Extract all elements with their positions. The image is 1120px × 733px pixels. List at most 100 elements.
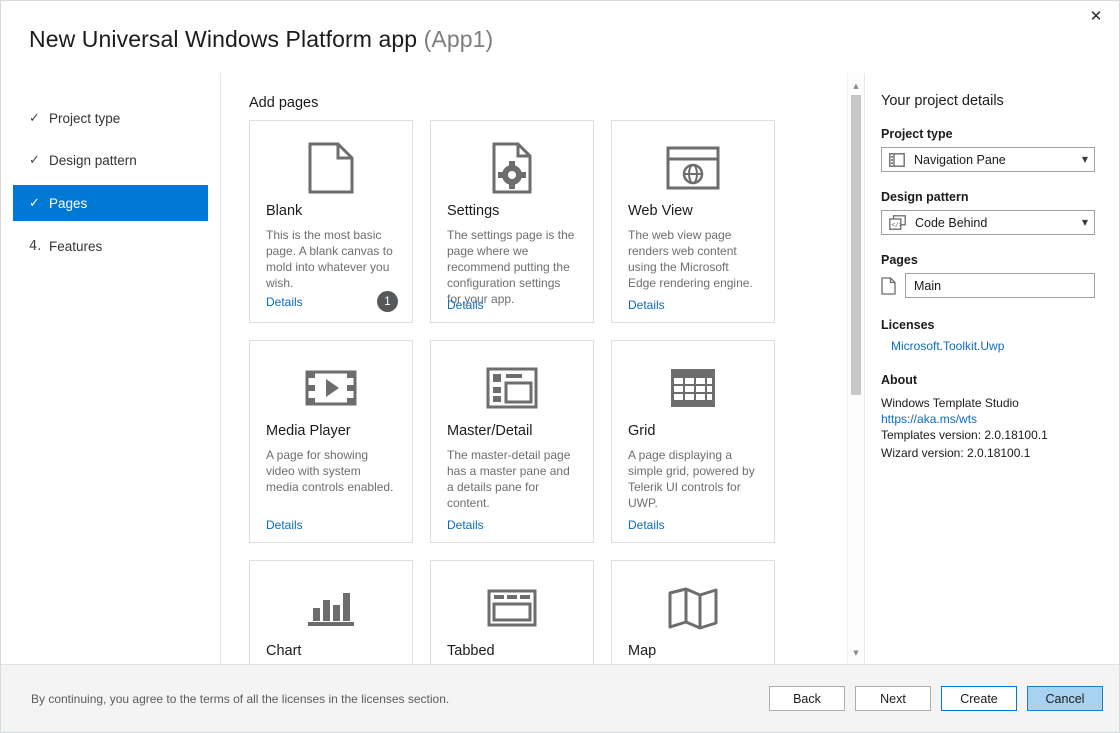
page-document-icon [881, 276, 896, 295]
map-icon [628, 575, 758, 641]
card-description: This is the most basic page. A blank can… [266, 228, 393, 291]
card-description: The master-detail page has a master pane… [447, 448, 571, 511]
details-link[interactable]: Details [447, 518, 484, 532]
card-description: A page for showing video with system med… [266, 448, 394, 495]
next-button[interactable]: Next [855, 686, 931, 711]
project-details-heading: Your project details [881, 93, 1004, 109]
step-check-icon: ✓ [29, 110, 40, 126]
license-link-microsoft-toolkit-uwp[interactable]: Microsoft.Toolkit.Uwp [891, 339, 1095, 353]
scroll-down-arrow-icon[interactable]: ▼ [848, 644, 864, 661]
details-link[interactable]: Details [447, 298, 484, 312]
project-type-dropdown[interactable]: Navigation Pane ▼ [881, 147, 1095, 172]
card-title: Settings [447, 203, 500, 219]
details-link[interactable]: Details [266, 295, 303, 309]
page-title: New Universal Windows Platform app (App1… [29, 26, 493, 53]
sidebar-item-label: Pages [49, 195, 88, 211]
card-title: Map [628, 643, 657, 659]
project-details-panel: Your project details Project type Naviga… [865, 73, 1119, 665]
card-title: Media Player [266, 423, 351, 439]
chevron-down-icon: ▼ [1081, 155, 1088, 164]
card-title: Master/Detail [447, 423, 533, 439]
pages-name-input[interactable] [905, 273, 1095, 298]
pages-scrollbar[interactable]: ▲ ▼ [847, 73, 864, 665]
settings-page-icon [447, 135, 577, 201]
page-card-master-detail[interactable]: Master/Detail The master-detail page has… [430, 340, 594, 543]
card-description: The settings page is the page where we r… [447, 228, 575, 307]
page-card-media-player[interactable]: Media Player A page for showing video wi… [249, 340, 413, 543]
details-link[interactable]: Details [628, 298, 665, 312]
about-url-link[interactable]: https://aka.ms/wts [881, 412, 1095, 426]
step-check-icon: ✓ [29, 152, 40, 168]
sidebar-item-label: Features [49, 238, 103, 254]
cancel-button[interactable]: Cancel [1027, 686, 1103, 711]
add-pages-heading: Add pages [249, 95, 319, 111]
code-behind-icon: </> [889, 215, 906, 230]
close-icon[interactable]: ✕ [1073, 1, 1119, 31]
create-button[interactable]: Create [941, 686, 1017, 711]
page-card-grid[interactable]: Grid A page displaying a simple grid, po… [611, 340, 775, 543]
dialog-body: ✓ Project type ✓ Design pattern ✓ Pages … [1, 73, 1119, 665]
sidebar-item-features[interactable]: 4. Features [13, 229, 208, 263]
card-description: The web view page renders web content us… [628, 228, 753, 291]
grid-icon [628, 355, 758, 421]
about-product-name: Windows Template Studio [881, 396, 1019, 410]
card-title: Chart [266, 643, 302, 659]
pages-catalog-pane: Add pages Blank This is the most basic p… [221, 73, 865, 665]
details-link[interactable]: Details [266, 518, 303, 532]
page-card-blank[interactable]: Blank This is the most basic page. A bla… [249, 120, 413, 323]
page-title-main: New Universal Windows Platform app [29, 26, 424, 52]
project-type-value: Navigation Pane [914, 152, 1006, 167]
page-card-chart[interactable]: Chart A page displaying a [249, 560, 413, 665]
details-link[interactable]: Details [628, 518, 665, 532]
about-label: About [881, 373, 918, 387]
wizard-steps-sidebar: ✓ Project type ✓ Design pattern ✓ Pages … [1, 73, 221, 665]
page-card-tabbed[interactable]: Tabbed The tabbed page is used [430, 560, 594, 665]
card-footer: Details 1 [266, 291, 398, 312]
card-footer: Details [447, 298, 579, 312]
project-type-label: Project type [881, 127, 953, 141]
wizard-version: Wizard version: 2.0.18100.1 [881, 446, 1031, 460]
master-detail-icon [447, 355, 577, 421]
blank-page-icon [266, 135, 396, 201]
wizard-window: New Universal Windows Platform app (App1… [0, 0, 1120, 733]
sidebar-item-pages[interactable]: ✓ Pages [13, 185, 208, 221]
card-footer: Details [628, 518, 760, 532]
templates-version: Templates version: 2.0.18100.1 [881, 428, 1048, 442]
scroll-up-arrow-icon[interactable]: ▲ [848, 77, 864, 94]
back-button[interactable]: Back [769, 686, 845, 711]
design-pattern-label: Design pattern [881, 190, 969, 204]
page-card-map[interactable]: Map The map page is based [611, 560, 775, 665]
card-title: Tabbed [447, 643, 495, 659]
card-title: Web View [628, 203, 693, 219]
title-bar: New Universal Windows Platform app (App1… [1, 1, 1119, 74]
card-title: Grid [628, 423, 656, 439]
sidebar-item-project-type[interactable]: ✓ Project type [13, 101, 208, 135]
chart-icon [266, 575, 396, 641]
design-pattern-value: Code Behind [915, 215, 988, 230]
step-number: 4. [29, 238, 42, 254]
dialog-footer: By continuing, you agree to the terms of… [1, 664, 1119, 732]
page-card-settings[interactable]: Settings The settings page is the page w… [430, 120, 594, 323]
scrollbar-thumb[interactable] [851, 95, 861, 395]
page-card-web-view[interactable]: Web View The web view page renders web c… [611, 120, 775, 323]
card-footer: Details [628, 298, 760, 312]
sidebar-item-label: Project type [49, 110, 121, 126]
svg-text:</>: </> [891, 221, 903, 229]
sidebar-item-label: Design pattern [49, 152, 137, 168]
web-view-icon [628, 135, 758, 201]
page-cards-scroll-region: Blank This is the most basic page. A bla… [249, 120, 832, 665]
pages-label: Pages [881, 253, 918, 267]
chevron-down-icon: ▼ [1081, 218, 1088, 227]
sidebar-item-design-pattern[interactable]: ✓ Design pattern [13, 143, 208, 177]
status-badge: 1 [377, 291, 398, 312]
card-title: Blank [266, 203, 303, 219]
card-description: A page displaying a simple grid, powered… [628, 448, 755, 511]
navigation-pane-icon [889, 152, 905, 167]
footer-button-group: Back Next Create Cancel [769, 686, 1103, 711]
media-player-icon [266, 355, 396, 421]
tabbed-icon [447, 575, 577, 641]
pages-row [881, 273, 1095, 298]
license-agreement-note: By continuing, you agree to the terms of… [31, 691, 450, 706]
design-pattern-dropdown[interactable]: </> Code Behind ▼ [881, 210, 1095, 235]
step-check-icon: ✓ [29, 195, 40, 211]
